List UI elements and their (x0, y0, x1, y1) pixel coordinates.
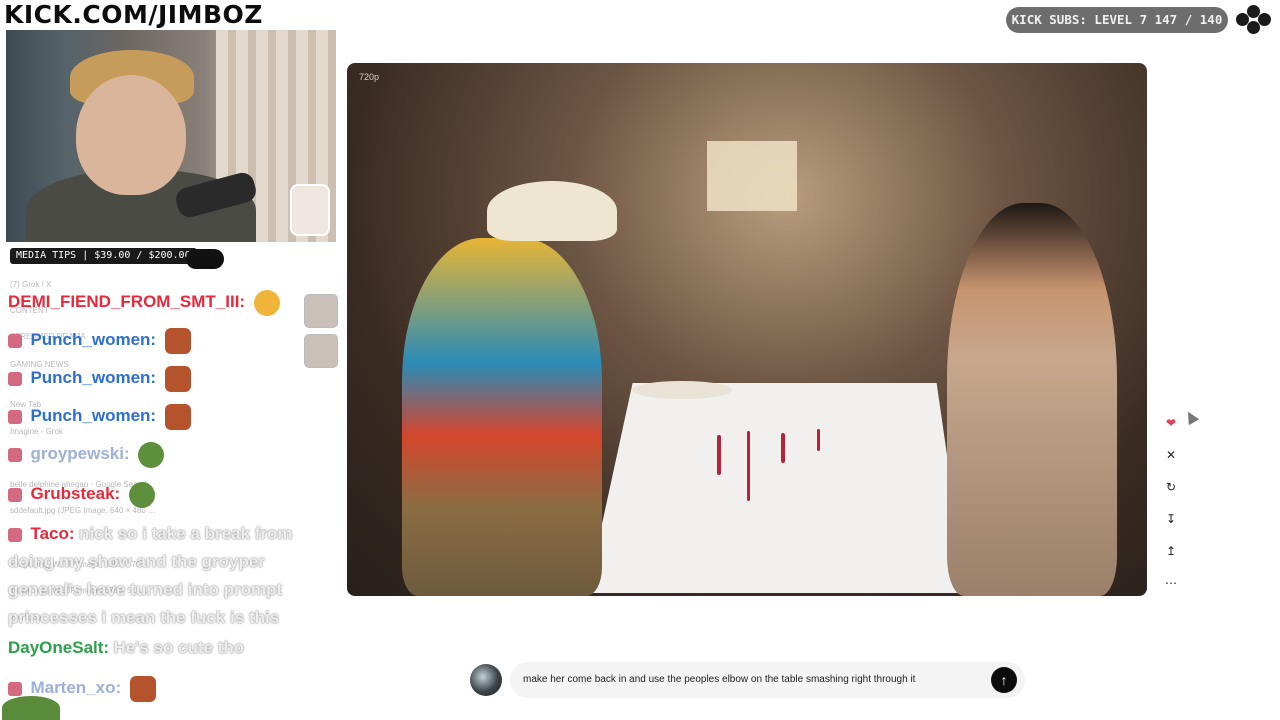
send-button[interactable]: ↑ (991, 667, 1017, 693)
download-icon[interactable]: ↧ (1160, 508, 1182, 530)
chat-emote (164, 366, 191, 392)
restaurant-table (587, 383, 967, 593)
subscriber-badge-icon (8, 682, 22, 696)
generated-video[interactable]: 720p (347, 63, 1147, 596)
prompt-text[interactable]: make her come back in and use the people… (523, 662, 915, 698)
subscriber-badge-icon (8, 527, 22, 542)
chat-username: Punch_women: (30, 406, 157, 426)
chat-message: Taco: nick so i take a break from doing … (8, 520, 336, 632)
chat-username: groypewski: (30, 444, 130, 464)
resolution-label: 720p (359, 72, 380, 82)
chat-username: Taco: (30, 524, 75, 543)
restaurant-window (707, 141, 797, 211)
anime-sticker (290, 184, 330, 236)
subscriber-badge-icon (8, 410, 22, 424)
subscriber-badge-icon (8, 448, 22, 462)
stain-mark (817, 429, 820, 451)
webcam-streamer-face (76, 75, 186, 195)
heart-icon[interactable]: ❤ (1160, 412, 1182, 434)
x-close-icon[interactable]: ✕ (1160, 444, 1182, 466)
chat-username: Punch_women: (30, 330, 157, 350)
subscriber-badge-icon (8, 372, 22, 386)
streamer-webcam (6, 30, 336, 242)
chat-emote (164, 328, 191, 354)
stream-chat: DEMI_FIEND_FROM_SMT_III: Punch_women: Pu… (0, 272, 340, 720)
chat-emote (253, 290, 280, 316)
pasta-plate (632, 381, 732, 399)
source-thumbnail[interactable] (470, 664, 502, 696)
chat-message: Grubsteak: (8, 482, 155, 508)
arrow-up-icon: ↑ (1000, 672, 1008, 688)
man-hawaiian-shirt (402, 238, 602, 596)
chat-message: Punch_women: (8, 366, 191, 392)
stain-mark (717, 435, 721, 475)
chat-text: He's so cute tho (113, 638, 245, 657)
chat-username: Marten_xo: (30, 678, 122, 698)
bucket-hat (487, 181, 617, 241)
chat-username: DEMI_FIEND_FROM_SMT_III: (8, 292, 246, 312)
stain-mark (781, 433, 785, 463)
chat-message: Punch_women: (8, 328, 191, 354)
refresh-icon[interactable]: ↻ (1160, 476, 1182, 498)
chat-message: groypewski: (8, 442, 165, 468)
media-tips-goal: MEDIA TIPS | $39.00 / $200.00 (10, 248, 197, 264)
share-icon[interactable]: ↥ (1160, 540, 1182, 562)
chat-emote (138, 442, 165, 468)
pepe-emote (2, 696, 60, 720)
chat-username: Grubsteak: (30, 484, 121, 504)
chat-emote (128, 482, 155, 508)
woman-in-dress (947, 203, 1117, 596)
more-icon[interactable]: ⋯ (1160, 572, 1182, 594)
chat-message: Punch_women: (8, 404, 191, 430)
media-tips-logo (186, 249, 224, 269)
chat-emote (129, 676, 156, 702)
subscriber-badge-icon (8, 334, 22, 348)
chat-message: DEMI_FIEND_FROM_SMT_III: (8, 290, 280, 316)
kick-subs-logo (1236, 5, 1272, 35)
stain-mark (747, 431, 750, 501)
prompt-input[interactable]: make her come back in and use the people… (510, 662, 1025, 698)
chat-username: Punch_women: (30, 368, 157, 388)
chat-message: DayOneSalt: He's so cute tho (8, 638, 244, 658)
mouse-cursor-icon (1182, 408, 1200, 426)
chat-emote (164, 404, 191, 430)
channel-brand: KICK.COM/JIMBOZ (4, 0, 263, 29)
chat-username: DayOneSalt: (8, 638, 110, 657)
subscriber-badge-icon (8, 488, 22, 502)
kick-subs-goal: KICK SUBS: LEVEL 7 147 / 140 (1006, 7, 1228, 33)
